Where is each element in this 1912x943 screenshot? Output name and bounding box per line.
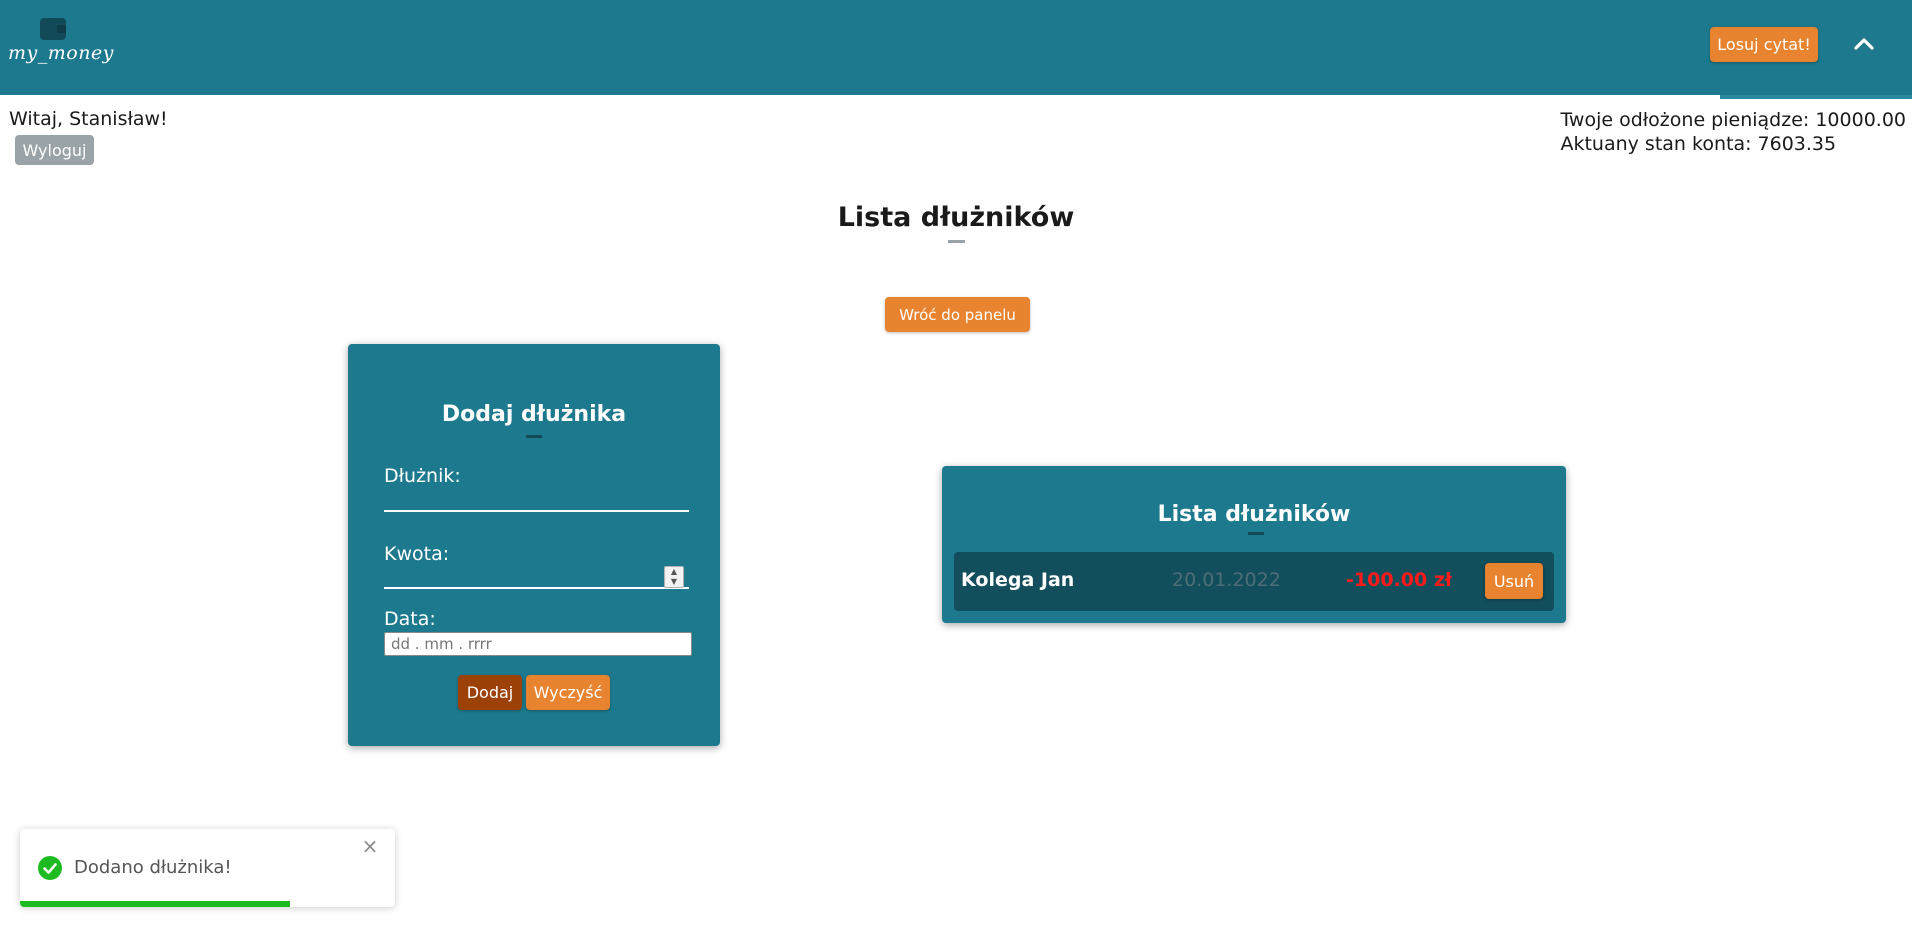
debtor-list-card: Lista dłużników Kolega Jan 20.01.2022 -1… [942, 466, 1566, 623]
title-divider [1248, 532, 1264, 535]
title-divider [948, 240, 965, 243]
date-label: Data: [384, 608, 436, 630]
toast-progress-bar [20, 901, 290, 907]
welcome-text: Witaj, Stanisław! [9, 108, 168, 130]
debtor-label: Dłużnik: [384, 465, 461, 487]
logo-text: my_money [8, 42, 114, 64]
amount-input[interactable] [384, 587, 689, 589]
title-divider [526, 435, 542, 438]
debtor-input[interactable] [384, 510, 689, 512]
stepper-up-icon[interactable]: ▲ [665, 567, 683, 577]
add-button[interactable]: Dodaj [458, 675, 522, 710]
balance-info: Twoje odłożone pieniądze: 10000.00 Aktua… [1560, 108, 1906, 156]
top-navbar: my_money Losuj cytat! [0, 0, 1912, 95]
amount-stepper[interactable]: ▲ ▼ [664, 566, 684, 588]
account-balance-text: Aktuany stan konta: 7603.35 [1560, 133, 1837, 155]
clear-button[interactable]: Wyczyść [526, 675, 610, 710]
delete-debtor-button[interactable]: Usuń [1485, 563, 1543, 599]
check-circle-icon [38, 856, 62, 880]
saved-money-text: Twoje odłożone pieniądze: 10000.00 [1560, 109, 1906, 131]
amount-label: Kwota: [384, 543, 450, 565]
page-title: Lista dłużników [837, 202, 1075, 233]
add-debtor-title: Dodaj dłużnika [441, 402, 627, 427]
logout-button[interactable]: Wyloguj [15, 135, 94, 165]
navbar-toggle-tab [1720, 95, 1912, 99]
debtor-name: Kolega Jan [961, 569, 1075, 591]
success-toast: Dodano dłużnika! × [20, 829, 395, 907]
wallet-icon [40, 18, 66, 40]
debtor-date: 20.01.2022 [1172, 569, 1281, 591]
stepper-down-icon[interactable]: ▼ [665, 577, 683, 587]
logo[interactable]: my_money [8, 18, 113, 78]
debtor-list-title: Lista dłużników [1157, 502, 1351, 527]
back-to-panel-button[interactable]: Wróć do panelu [885, 297, 1030, 332]
toast-message: Dodano dłużnika! [74, 857, 232, 878]
add-debtor-card: Dodaj dłużnika Dłużnik: Kwota: ▲ ▼ Data:… [348, 344, 720, 746]
debtor-row: Kolega Jan 20.01.2022 -100.00 zł Usuń [954, 552, 1554, 611]
debtor-amount: -100.00 zł [1346, 569, 1452, 591]
date-input[interactable]: dd . mm . rrrr [384, 632, 692, 656]
chevron-up-icon[interactable] [1852, 32, 1876, 56]
close-icon[interactable]: × [361, 836, 379, 856]
random-quote-button[interactable]: Losuj cytat! [1710, 27, 1818, 62]
